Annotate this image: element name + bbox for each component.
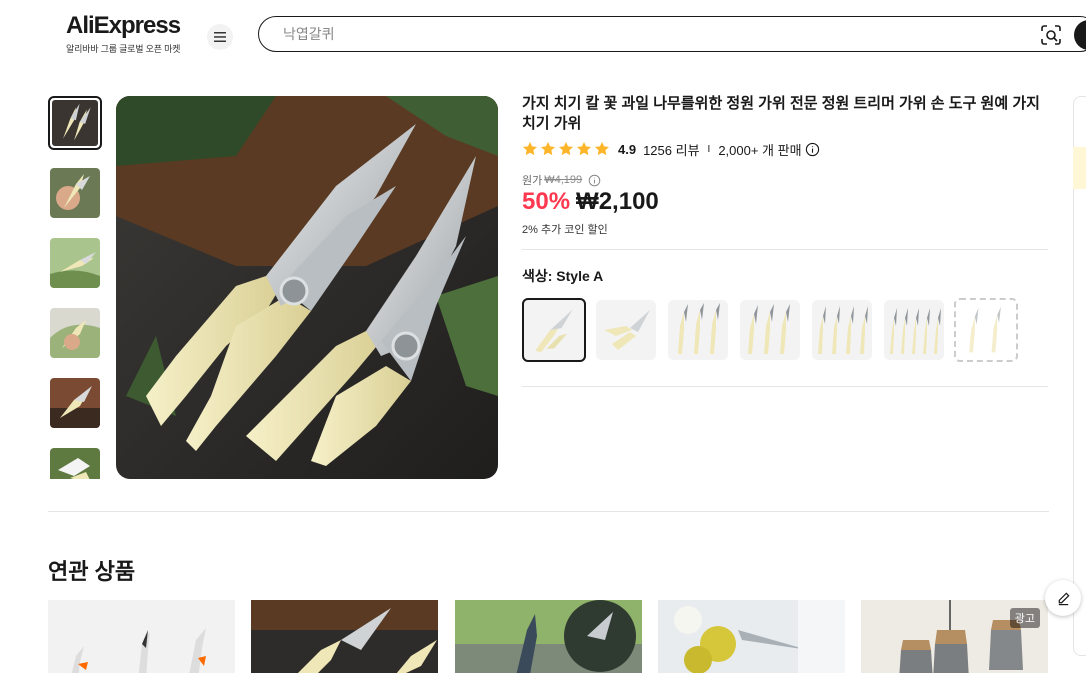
side-panel-highlight	[1073, 147, 1086, 189]
color-label: 색상: Style A	[522, 268, 604, 284]
swatch-image	[596, 300, 656, 360]
logo-text: AliExpress	[66, 12, 181, 39]
aliexpress-logo[interactable]: AliExpress 알리바바 그룹 글로벌 오픈 마켓	[66, 12, 181, 55]
product-title: 가지 치기 칼 꽃 과일 나무를위한 정원 가위 전문 정원 트리머 가위 손 …	[522, 95, 1040, 132]
pruning-shears-photo	[116, 96, 498, 479]
rating-value: 4.9	[618, 141, 637, 157]
swatch-image	[958, 302, 1014, 358]
search-input[interactable]	[283, 26, 983, 42]
related-product-card[interactable]	[455, 600, 642, 673]
menu-button[interactable]	[207, 24, 233, 50]
search-submit-button[interactable]	[1074, 20, 1086, 50]
related-product-image	[658, 600, 845, 673]
swatch-style-g[interactable]	[954, 298, 1018, 362]
info-icon[interactable]	[588, 174, 601, 187]
thumbnail-1[interactable]	[48, 96, 102, 150]
review-count-link[interactable]: 1256 리뷰	[643, 140, 699, 159]
original-price-value: ₩4,199	[544, 174, 583, 186]
swatch-style-c[interactable]	[668, 300, 728, 360]
thumbnail-image	[50, 238, 100, 288]
related-product-card[interactable]	[658, 600, 845, 673]
thumbnail-list	[48, 96, 102, 479]
related-product-card[interactable]: 광고	[861, 600, 1048, 673]
sold-count: 2,000+ 개 판매	[718, 142, 802, 158]
star-icon	[595, 142, 609, 156]
thumbnail-image	[52, 100, 98, 146]
main-product-image[interactable]	[116, 96, 498, 479]
related-product-image	[48, 600, 235, 673]
header: AliExpress 알리바바 그룹 글로벌 오픈 마켓	[0, 0, 1086, 70]
original-price-label: 원가	[522, 175, 543, 187]
hamburger-icon	[214, 32, 226, 42]
thumbnail-image	[50, 168, 100, 218]
section-divider	[48, 511, 1049, 512]
related-product-image	[251, 600, 438, 673]
thumbnail-3[interactable]	[50, 238, 100, 288]
thumbnail-6[interactable]	[50, 448, 100, 479]
price-row: 50% ₩2,100	[522, 188, 659, 216]
swatch-image	[668, 300, 728, 360]
swatch-style-f[interactable]	[884, 300, 944, 360]
image-search-button[interactable]	[1039, 23, 1063, 47]
rating-row: 4.9 1256 리뷰 I 2,000+ 개 판매	[522, 140, 820, 158]
swatch-style-a[interactable]	[522, 298, 586, 362]
separator: I	[707, 143, 711, 155]
current-price: ₩2,100	[576, 188, 659, 215]
related-product-card[interactable]	[251, 600, 438, 673]
swatch-style-d[interactable]	[740, 300, 800, 360]
star-icon	[541, 142, 555, 156]
swatch-image	[884, 300, 944, 360]
thumbnail-2[interactable]	[50, 168, 100, 218]
star-rating	[522, 141, 610, 157]
star-icon	[523, 142, 537, 156]
thumbnail-4[interactable]	[50, 308, 100, 358]
related-product-image	[455, 600, 642, 673]
image-search-icon	[1041, 25, 1061, 45]
swatch-style-e[interactable]	[812, 300, 872, 360]
side-panel[interactable]	[1073, 96, 1086, 656]
ad-badge: 광고	[1009, 608, 1040, 628]
related-product-card[interactable]	[48, 600, 235, 673]
swatch-image	[740, 300, 800, 360]
swatch-style-b[interactable]	[596, 300, 656, 360]
pencil-icon	[1058, 591, 1070, 605]
logo-subtitle: 알리바바 그룹 글로벌 오픈 마켓	[66, 44, 181, 54]
original-price: 원가 ₩4,199	[522, 172, 601, 188]
swatch-image	[812, 300, 872, 360]
star-icon	[559, 142, 573, 156]
swatch-image	[526, 302, 582, 358]
coin-discount-note: 2% 추가 코인 할인	[522, 224, 608, 236]
info-icon[interactable]	[805, 142, 820, 157]
thumbnail-image	[50, 448, 100, 479]
thumbnail-image	[50, 308, 100, 358]
thumbnail-image	[50, 378, 100, 428]
feedback-edit-button[interactable]	[1045, 580, 1081, 616]
discount-percent: 50%	[522, 188, 571, 215]
divider	[522, 249, 1048, 250]
star-icon	[577, 142, 591, 156]
related-products-title: 연관 상품	[48, 559, 136, 584]
thumbnail-5[interactable]	[50, 378, 100, 428]
search-bar	[258, 16, 1086, 52]
divider	[522, 386, 1048, 387]
